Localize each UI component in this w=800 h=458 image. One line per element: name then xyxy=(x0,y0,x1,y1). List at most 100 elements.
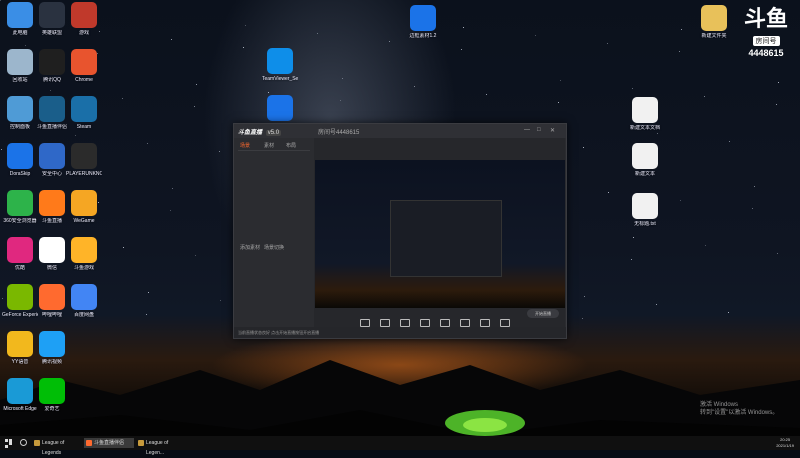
yy-desktop-icon[interactable]: YY语音 xyxy=(2,331,38,365)
computer-desktop-icon[interactable]: 此电脑 xyxy=(2,2,38,36)
activation-line-1: 激活 Windows xyxy=(700,402,739,408)
douyu-logo: 斗鱼 房间号 4448615 xyxy=(740,6,792,59)
desktop-icon-label: PLAYERUNKNOWN'S BATTLEGROUN... xyxy=(66,171,102,177)
room-info: 房间号4448615 xyxy=(318,130,360,136)
nvidia-desktop-icon[interactable]: GeForce Experience xyxy=(2,284,38,318)
desktop-icon-label: 腾讯QQ xyxy=(43,77,61,83)
fish-desktop-icon[interactable]: 斗鱼直播 xyxy=(34,190,70,224)
pubg-icon xyxy=(71,143,97,169)
document-desktop-icon[interactable]: 新建文本文档 xyxy=(627,97,663,131)
desktop-icon-label: 斗鱼直播 xyxy=(41,218,62,224)
desktop-icon-label: 斗鱼直播伴侣 xyxy=(36,124,67,130)
wegame-icon xyxy=(71,190,97,216)
tencent-video-desktop-icon[interactable]: 腾讯视频 xyxy=(34,331,70,365)
douyu-glyph: 斗鱼 xyxy=(743,6,788,31)
desktop-icon-label: 英雄联盟 xyxy=(41,30,62,36)
netdisk-desktop-icon[interactable]: 百度网盘 xyxy=(66,284,102,318)
scene-sidebar: 场景 素材 布局 添加素材 场景切换 xyxy=(234,138,314,327)
game-icon xyxy=(71,2,97,28)
app-icon xyxy=(34,440,40,446)
edge-desktop-icon[interactable]: Microsoft Edge xyxy=(2,378,38,412)
shield-icon xyxy=(39,143,65,169)
window-titlebar[interactable]: 斗鱼直播 v5.0 房间号4448615 — □ ✕ xyxy=(234,124,566,138)
desktop-icon-label: 爱奇艺 xyxy=(44,406,60,412)
desktop-icon-label: Microsoft Edge xyxy=(3,406,37,412)
desktop-icon-label: Steam xyxy=(76,124,92,130)
lol-desktop-icon[interactable]: 英雄联盟 xyxy=(34,2,70,36)
windows-activation-watermark: 激活 Windows 转到"设置"以激活 Windows。 xyxy=(700,401,778,417)
image-desktop-icon[interactable]: 边框素材1.2 xyxy=(405,5,441,39)
douyu-game-icon xyxy=(71,237,97,263)
pubg-desktop-icon[interactable]: PLAYERUNKNOWN'S BATTLEGROUN... xyxy=(66,143,102,177)
tencent-video-icon xyxy=(39,331,65,357)
desktop-icon-label: 新建文件夹 xyxy=(701,33,727,39)
taskbar-item-label: 斗鱼直播伴侣 xyxy=(94,440,125,446)
wechat-desktop-icon[interactable]: 微信 xyxy=(34,237,70,271)
wechat-icon xyxy=(39,237,65,263)
browser-360-desktop-icon[interactable]: 360安全浏览器 xyxy=(2,190,38,224)
status-bar: 当前直播状态良好 点击开始直播按钮开启直播 xyxy=(234,327,566,338)
desktop-icon-label: 游戏 xyxy=(78,30,89,36)
shield-desktop-icon[interactable]: 安全中心 xyxy=(34,143,70,177)
yy-icon xyxy=(7,331,33,357)
douyu-streamer-window[interactable]: 斗鱼直播 v5.0 房间号4448615 — □ ✕ 场景 素材 布局 添加素材… xyxy=(233,123,567,339)
chrome-icon xyxy=(71,49,97,75)
taskbar-item[interactable]: League of Legends xyxy=(32,438,82,456)
app-brand: 斗鱼直播 xyxy=(238,130,263,136)
maximize-icon[interactable]: □ xyxy=(537,127,541,133)
switch-scene-button[interactable]: 场景切换 xyxy=(264,244,284,251)
zip-icon xyxy=(267,95,293,121)
chrome-desktop-icon[interactable]: Chrome xyxy=(66,49,102,83)
recycle-bin-desktop-icon[interactable]: 回收站 xyxy=(2,49,38,83)
search-icon[interactable] xyxy=(20,439,27,446)
qq-desktop-icon[interactable]: 腾讯QQ xyxy=(34,49,70,83)
stream-preview: 摄像头 画中画 窗口捕获 游戏捕获 音频 文字 美颜 更多 开始直播 xyxy=(314,138,565,333)
desktop-icon-label: 安全中心 xyxy=(41,171,62,177)
document-icon xyxy=(632,97,658,123)
douyu-game-desktop-icon[interactable]: 斗鱼游戏 xyxy=(66,237,102,271)
desktop-icon-label: WeGame xyxy=(73,218,95,224)
taskbar: League of Legends 斗鱼直播伴侣 League of Legen..… xyxy=(0,436,800,456)
youku-desktop-icon[interactable]: 优酷 xyxy=(2,237,38,271)
desktop-icon-label: 此电脑 xyxy=(12,30,28,36)
start-live-button[interactable]: 开始直播 xyxy=(527,309,559,318)
document-desktop-icon[interactable]: 新建文本 xyxy=(627,143,663,177)
close-icon[interactable]: ✕ xyxy=(550,127,555,134)
desktop-icon-label: GeForce Experience xyxy=(2,312,38,318)
teamviewer-desktop-icon[interactable]: TeamViewer_Se... xyxy=(262,48,298,82)
desktop-icon-label: 微信 xyxy=(46,265,57,271)
minimize-icon[interactable]: — xyxy=(524,127,530,133)
wegame-desktop-icon[interactable]: WeGame xyxy=(66,190,102,224)
tab-layout[interactable]: 布局 xyxy=(286,142,296,149)
tab-scene[interactable]: 场景 xyxy=(240,142,250,149)
iqiyi-desktop-icon[interactable]: 爱奇艺 xyxy=(34,378,70,412)
desktop-icon-label: YY语音 xyxy=(11,359,29,365)
folder-desktop-icon[interactable]: 新建文件夹 xyxy=(696,5,732,39)
clock[interactable]: 20:25 2021/1/19 xyxy=(776,437,794,449)
dora-desktop-icon[interactable]: DoraSkip xyxy=(2,143,38,177)
desktop-icon-label: 腾讯视频 xyxy=(41,359,62,365)
steam-desktop-icon[interactable]: Steam xyxy=(66,96,102,130)
game-desktop-icon[interactable]: 游戏 xyxy=(66,2,102,36)
desktop-icon-label: 哔哩哔哩 xyxy=(41,312,62,318)
version-badge: v5.0 xyxy=(265,130,282,136)
douyu-desktop-icon[interactable]: 斗鱼直播伴侣 xyxy=(34,96,70,130)
douyu-icon xyxy=(39,96,65,122)
nvidia-icon xyxy=(7,284,33,310)
document-desktop-icon[interactable]: 无标题.txt xyxy=(627,193,663,227)
tab-source[interactable]: 素材 xyxy=(264,142,274,149)
control-panel-desktop-icon[interactable]: 控制面板 xyxy=(2,96,38,130)
app-icon xyxy=(138,440,144,446)
start-icon[interactable] xyxy=(5,439,13,448)
fish-icon xyxy=(39,190,65,216)
preview-screen xyxy=(315,160,565,308)
taskbar-item[interactable]: League of Legen... xyxy=(136,438,186,456)
bilibili-desktop-icon[interactable]: 哔哩哔哩 xyxy=(34,284,70,318)
add-source-button[interactable]: 添加素材 xyxy=(240,244,260,251)
taskbar-item[interactable]: 斗鱼直播伴侣 xyxy=(84,438,134,448)
folder-icon xyxy=(701,5,727,31)
desktop-icon-label: DoraSkip xyxy=(9,171,31,177)
desktop-icon-label: 斗鱼游戏 xyxy=(73,265,94,271)
bilibili-icon xyxy=(39,284,65,310)
desktop-icon-label: 新建文本 xyxy=(634,171,655,177)
